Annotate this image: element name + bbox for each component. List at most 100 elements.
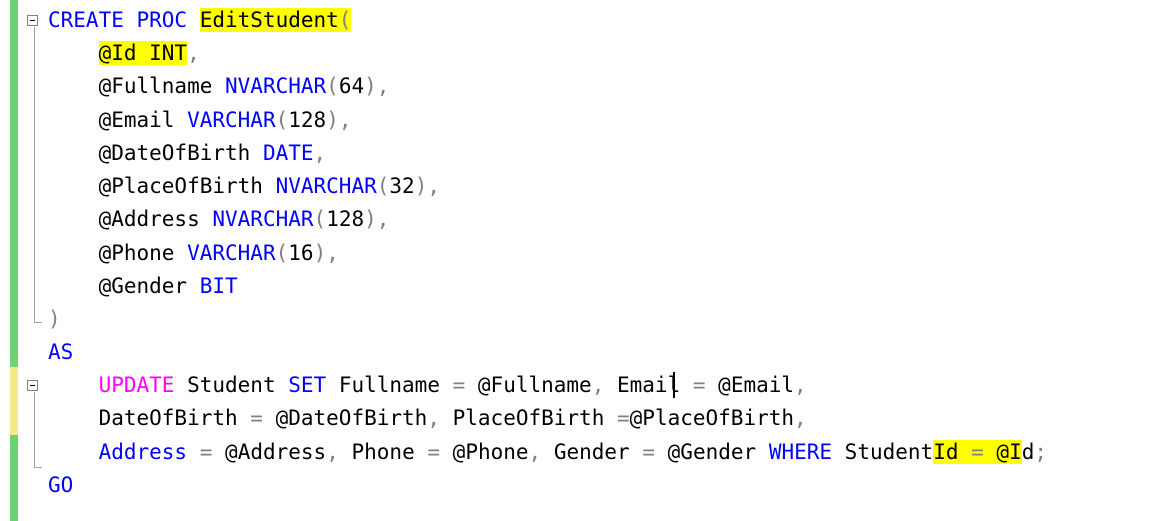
code-token: Fullname bbox=[326, 373, 453, 397]
code-token: 128 bbox=[326, 207, 365, 231]
keyword-token: DATE bbox=[262, 141, 314, 165]
code-line[interactable]: DateOfBirth = @DateOfBirth, PlaceOfBirth… bbox=[48, 402, 807, 435]
code-line[interactable]: @Email VARCHAR(128), bbox=[48, 104, 352, 137]
code-token: @DateOfBirth bbox=[98, 141, 263, 165]
operator-token: , bbox=[313, 141, 327, 165]
code-token: @PlaceOfBirth bbox=[629, 406, 795, 430]
collapse-icon[interactable] bbox=[27, 15, 38, 26]
operator-token: , bbox=[187, 41, 200, 65]
saved-change-marker bbox=[10, 435, 18, 521]
unsaved-change-marker bbox=[10, 367, 18, 435]
operator-token: = bbox=[199, 440, 213, 464]
code-token: @I bbox=[983, 440, 1022, 464]
code-line[interactable]: @PlaceOfBirth NVARCHAR(32), bbox=[48, 170, 440, 203]
code-token: @Address bbox=[212, 440, 327, 464]
operator-token: = bbox=[427, 440, 441, 464]
code-token: @Email bbox=[705, 373, 795, 397]
code-token: EditStudent bbox=[199, 8, 339, 32]
code-line[interactable]: GO bbox=[48, 469, 73, 502]
code-line[interactable]: @DateOfBirth DATE, bbox=[48, 137, 327, 170]
keyword-token: VARCHAR bbox=[187, 241, 276, 265]
code-token: @DateOfBirth bbox=[262, 406, 428, 430]
keyword-token: SET bbox=[288, 373, 327, 397]
code-token: PlaceOfBirth bbox=[439, 406, 617, 430]
code-token: @Fullname bbox=[98, 74, 226, 98]
keyword-token: NVARCHAR bbox=[225, 74, 327, 98]
operator-token: = bbox=[692, 373, 706, 397]
keyword-token: GO bbox=[48, 473, 74, 497]
code-token: Id bbox=[933, 440, 972, 464]
operator-token: ), bbox=[313, 241, 339, 265]
code-line[interactable]: UPDATE Student SET Fullname = @Fullname,… bbox=[48, 369, 807, 402]
operator-token: ( bbox=[275, 108, 289, 132]
code-token: DateOfBirth bbox=[98, 406, 251, 430]
code-token: 64 bbox=[338, 74, 365, 98]
operator-token: ( bbox=[326, 74, 339, 98]
operator-token: ), bbox=[364, 74, 390, 98]
code-token: @Phone bbox=[98, 241, 188, 265]
operator-token: = bbox=[971, 440, 984, 464]
outline-guide bbox=[34, 392, 35, 467]
code-token: 32 bbox=[389, 174, 415, 198]
code-line[interactable]: @Address NVARCHAR(128), bbox=[48, 203, 390, 236]
text-caret bbox=[673, 372, 675, 398]
operator-token: = bbox=[617, 406, 630, 430]
code-token: @PlaceOfBirth bbox=[98, 174, 276, 198]
operator-token: ( bbox=[376, 174, 390, 198]
operator-token: , bbox=[528, 440, 542, 464]
code-token: 128 bbox=[288, 108, 327, 132]
operator-token: , bbox=[794, 373, 807, 397]
code-line[interactable]: @Phone VARCHAR(16), bbox=[48, 237, 339, 270]
keyword-token: VARCHAR bbox=[187, 108, 276, 132]
operator-token: ( bbox=[338, 8, 352, 32]
code-line[interactable]: CREATE PROC EditStudent( bbox=[48, 4, 352, 37]
code-line[interactable]: ) bbox=[48, 303, 61, 336]
code-line[interactable]: @Gender BIT bbox=[48, 270, 238, 303]
operator-token: ( bbox=[275, 241, 289, 265]
code-token: 16 bbox=[288, 241, 314, 265]
keyword-token: Address bbox=[98, 440, 188, 464]
operator-token: ) bbox=[48, 307, 61, 331]
code-token: Gender bbox=[541, 440, 643, 464]
outline-guide bbox=[34, 27, 35, 322]
change-tracking-margin bbox=[10, 0, 18, 521]
code-token: @Phone bbox=[440, 440, 529, 464]
keyword-token: UPDATE bbox=[98, 373, 175, 397]
code-token: @Gender bbox=[655, 440, 769, 464]
keyword-token: NVARCHAR bbox=[275, 174, 377, 198]
code-token: @Address bbox=[98, 207, 213, 231]
code-line[interactable]: @Fullname NVARCHAR(64), bbox=[48, 70, 390, 103]
saved-change-marker bbox=[10, 0, 18, 367]
code-token: @Fullname bbox=[465, 373, 592, 397]
collapse-icon[interactable] bbox=[27, 380, 38, 391]
code-token: Phone bbox=[338, 440, 428, 464]
code-line[interactable]: @Id INT, bbox=[48, 37, 200, 70]
code-token: @Id INT bbox=[98, 41, 188, 65]
operator-token: ( bbox=[313, 207, 327, 231]
code-line[interactable]: Address = @Address, Phone = @Phone, Gend… bbox=[48, 436, 1047, 469]
operator-token: = bbox=[642, 440, 656, 464]
operator-token: = bbox=[250, 406, 263, 430]
operator-token: , bbox=[326, 440, 339, 464]
code-token: d bbox=[1021, 440, 1035, 464]
operator-token: ), bbox=[414, 174, 440, 198]
code-token: Student bbox=[832, 440, 934, 464]
operator-token: , bbox=[794, 406, 807, 430]
code-token: @Gender bbox=[98, 274, 200, 298]
code-token: Student bbox=[174, 373, 289, 397]
outline-end-tick bbox=[34, 322, 42, 323]
code-token: Email bbox=[604, 373, 693, 397]
operator-token: , bbox=[427, 406, 440, 430]
keyword-token: WHERE bbox=[768, 440, 833, 464]
code-line[interactable]: AS bbox=[48, 336, 73, 369]
